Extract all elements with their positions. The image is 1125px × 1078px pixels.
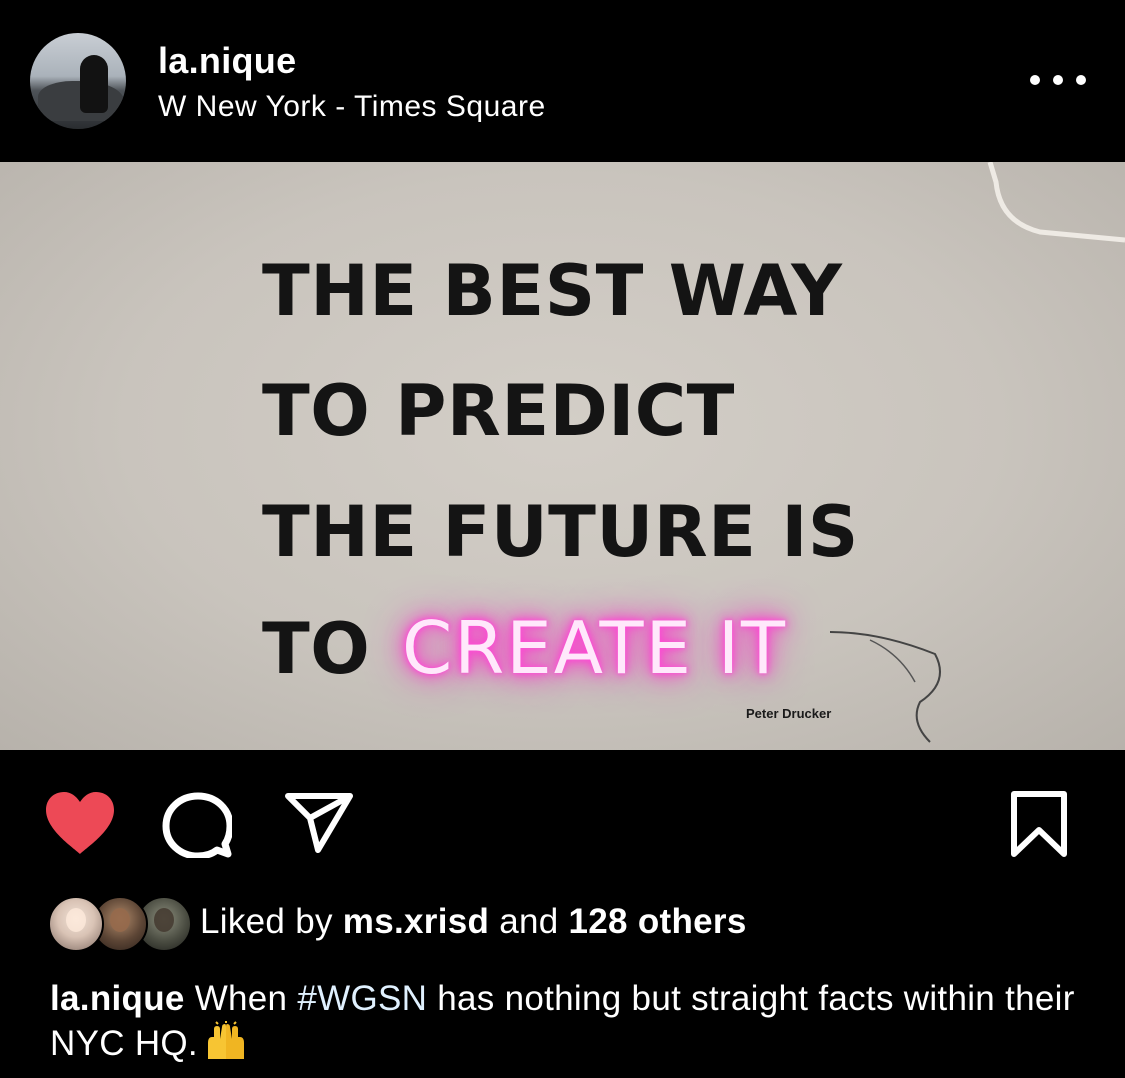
- quote-line-3: THE FUTURE IS: [262, 491, 859, 573]
- liked-by-avatars[interactable]: [48, 896, 192, 952]
- post-header: la.nique W New York - Times Square: [0, 0, 1125, 160]
- share-paper-plane-icon[interactable]: [284, 792, 354, 854]
- caption-username[interactable]: la.nique: [50, 979, 185, 1018]
- quote-line-1: THE BEST WAY: [262, 250, 843, 332]
- post-location[interactable]: W New York - Times Square: [158, 90, 546, 124]
- post-username[interactable]: la.nique: [158, 40, 296, 82]
- caption-hashtag[interactable]: #WGSN: [297, 979, 427, 1018]
- more-dot: [1053, 75, 1063, 85]
- likes-summary[interactable]: Liked by ms.xrisd and 128 others: [200, 902, 747, 942]
- more-dot: [1076, 75, 1086, 85]
- more-options-icon[interactable]: [1030, 68, 1086, 92]
- profile-avatar[interactable]: [30, 33, 126, 129]
- more-dot: [1030, 75, 1040, 85]
- quote-line-2: TO PREDICT: [262, 370, 735, 452]
- post-photo[interactable]: THE BEST WAY TO PREDICT THE FUTURE IS TO…: [0, 162, 1125, 750]
- quote-line-4: TO: [262, 608, 371, 690]
- heart-filled-icon[interactable]: [44, 790, 116, 856]
- likes-others[interactable]: 128 others: [569, 902, 747, 941]
- likes-first-user[interactable]: ms.xrisd: [343, 902, 489, 941]
- comment-icon[interactable]: [162, 792, 232, 858]
- post-caption: la.nique When #WGSN has nothing but stra…: [50, 976, 1080, 1066]
- raising-hands-emoji-icon: [207, 1021, 244, 1059]
- quote-attribution: Peter Drucker: [746, 706, 832, 721]
- avatar-person-shape: [80, 55, 108, 113]
- neon-sign-text: CREATE IT: [402, 606, 788, 690]
- caption-text-before: When: [194, 979, 288, 1018]
- likes-conjunction: and: [499, 902, 559, 941]
- likes-prefix: Liked by: [200, 902, 333, 941]
- liker-avatar: [48, 896, 104, 952]
- bookmark-icon[interactable]: [1008, 790, 1070, 858]
